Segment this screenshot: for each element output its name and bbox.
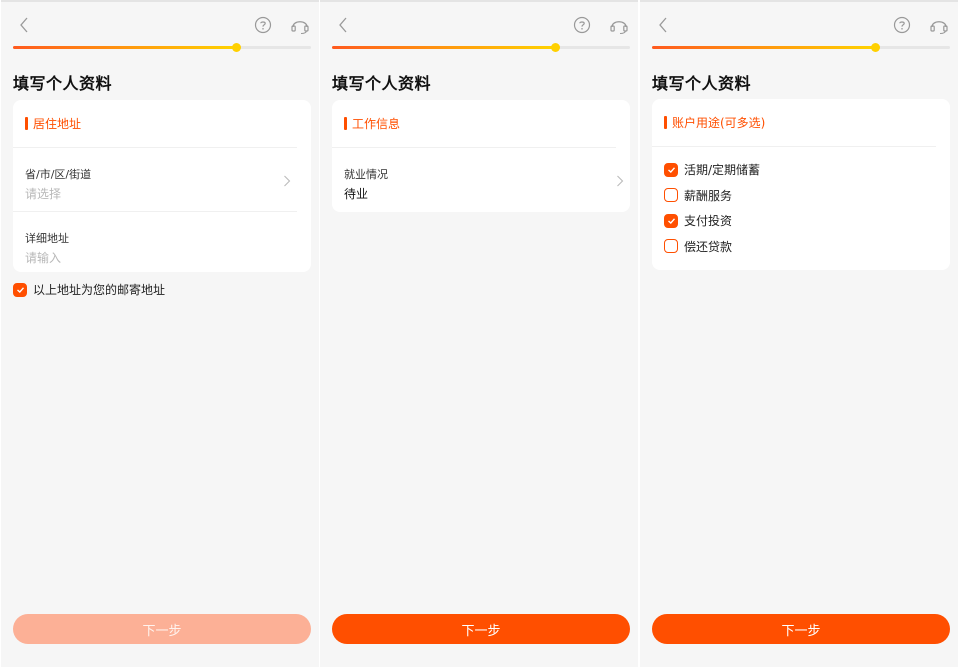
mailing-address-label: 以上地址为您的邮寄地址 [33, 283, 166, 297]
field-label: 详细地址 [25, 232, 69, 245]
customer-service-button[interactable] [289, 15, 311, 35]
purpose-checkbox[interactable] [664, 162, 678, 177]
mailing-address-checkbox[interactable] [13, 282, 27, 297]
screen-account-purpose: 填写个人资料 账户用途(可多选) 活期/定期储蓄 薪酬服务 支付投资 偿还贷款 … [640, 0, 958, 667]
back-button[interactable] [11, 10, 37, 40]
customer-service-button[interactable] [928, 15, 950, 35]
check-icon [667, 167, 675, 173]
back-button[interactable] [650, 10, 676, 40]
purpose-checkbox[interactable] [664, 188, 678, 203]
work-info-card: 工作信息 就业情况 待业 [332, 100, 630, 212]
progress-indicator [232, 43, 241, 52]
nav-bar [640, 10, 958, 40]
progress-bar [652, 43, 950, 52]
check-icon [667, 218, 675, 224]
purpose-option[interactable]: 支付投资 [664, 208, 950, 234]
help-button[interactable] [572, 15, 592, 35]
region-select-placeholder: 请选择 [25, 187, 62, 201]
purpose-label: 活期/定期储蓄 [684, 163, 761, 178]
purpose-label: 薪酬服务 [684, 188, 733, 203]
customer-service-button[interactable] [608, 15, 630, 35]
headset-icon [610, 21, 628, 35]
page-title: 填写个人资料 [652, 74, 752, 93]
screen-work-info: 填写个人资料 工作信息 就业情况 待业 下一步 [320, 0, 638, 667]
section-header: 居住地址 [13, 100, 297, 148]
section-accent-bar [25, 117, 28, 130]
chevron-right-icon [617, 175, 624, 187]
region-selector-field[interactable]: 省/市/区/街道 请选择 [13, 148, 297, 212]
detail-address-field[interactable]: 详细地址 请输入 [13, 212, 311, 276]
question-circle-icon [573, 16, 591, 34]
field-label: 就业情况 [344, 168, 388, 181]
chevron-right-icon [284, 175, 291, 187]
progress-bar [332, 43, 630, 52]
chevron-left-icon [20, 17, 28, 33]
help-button[interactable] [892, 15, 912, 35]
progress-fill [652, 46, 876, 49]
detail-address-input[interactable]: 请输入 [25, 249, 61, 266]
page-title: 填写个人资料 [13, 74, 113, 93]
progress-indicator [551, 43, 560, 52]
section-title: 账户用途(可多选) [672, 116, 766, 130]
nav-bar [320, 10, 638, 40]
nav-bar [1, 10, 319, 40]
chevron-left-icon [339, 17, 347, 33]
employment-status-value: 待业 [344, 187, 369, 201]
next-button[interactable]: 下一步 [652, 614, 950, 644]
top-divider [1, 0, 319, 2]
next-button[interactable]: 下一步 [13, 614, 311, 644]
purpose-option[interactable]: 偿还贷款 [664, 234, 950, 260]
progress-fill [13, 46, 237, 49]
progress-fill [332, 46, 556, 49]
headset-icon [930, 21, 948, 35]
back-button[interactable] [330, 10, 356, 40]
question-circle-icon [893, 16, 911, 34]
employment-status-field[interactable]: 就业情况 待业 [332, 148, 630, 212]
purpose-label: 偿还贷款 [684, 239, 733, 254]
check-icon [16, 286, 24, 293]
help-button[interactable] [253, 15, 273, 35]
section-title: 居住地址 [33, 117, 82, 131]
screen-residential-address: 填写个人资料 居住地址 省/市/区/街道 请选择 详细地址 请输入 以上地址为您… [1, 0, 319, 667]
progress-indicator [871, 43, 880, 52]
chevron-left-icon [659, 17, 667, 33]
top-divider [320, 0, 638, 2]
address-card: 居住地址 省/市/区/街道 请选择 详细地址 请输入 [13, 100, 311, 272]
section-header: 工作信息 [332, 100, 616, 148]
section-accent-bar [344, 117, 347, 130]
question-circle-icon [254, 16, 272, 34]
progress-bar [13, 43, 311, 52]
purpose-label: 支付投资 [684, 214, 733, 229]
purpose-options: 活期/定期储蓄 薪酬服务 支付投资 偿还贷款 [652, 147, 950, 269]
next-button[interactable]: 下一步 [332, 614, 630, 644]
top-divider [640, 0, 958, 2]
account-purpose-card: 账户用途(可多选) 活期/定期储蓄 薪酬服务 支付投资 偿还贷款 [652, 99, 950, 270]
purpose-checkbox[interactable] [664, 213, 678, 228]
field-label: 省/市/区/街道 [25, 168, 92, 181]
mailing-address-checkbox-row[interactable]: 以上地址为您的邮寄地址 [13, 281, 165, 298]
section-header: 账户用途(可多选) [652, 99, 936, 147]
purpose-option[interactable]: 薪酬服务 [664, 183, 950, 209]
page-title: 填写个人资料 [332, 74, 432, 93]
purpose-checkbox[interactable] [664, 239, 678, 254]
purpose-option[interactable]: 活期/定期储蓄 [664, 157, 950, 183]
section-accent-bar [664, 116, 667, 129]
section-title: 工作信息 [352, 117, 401, 131]
headset-icon [291, 21, 309, 35]
